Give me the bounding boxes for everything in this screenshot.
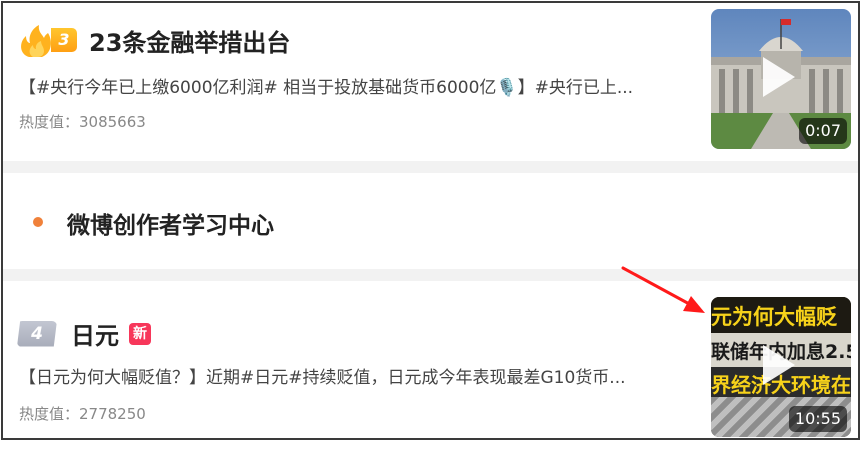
divider: [3, 269, 858, 281]
play-icon: [763, 57, 795, 97]
trend-title[interactable]: 日元: [71, 316, 119, 351]
trend-title[interactable]: 23条金融举措出台: [89, 23, 290, 58]
trending-list: 3 23条金融举措出台 【#央行今年已上缴6000亿利润# 相当于投放基础货币6…: [1, 1, 860, 440]
video-thumbnail[interactable]: 元为何大幅贬 联储年内加息2.5 界经济大环境在变 10:55: [711, 297, 851, 437]
rank-badge-hot: 3: [17, 24, 79, 58]
trend-item[interactable]: 4 日元 新 【日元为何大幅贬值？】近期#日元#持续贬值，日元成今年表现最差G1…: [3, 281, 858, 438]
divider: [3, 161, 858, 173]
section-title[interactable]: 微博创作者学习中心: [67, 206, 274, 240]
video-duration: 10:55: [788, 406, 847, 432]
play-icon: [763, 345, 795, 385]
new-badge: 新: [129, 322, 151, 345]
trend-summary[interactable]: 【#央行今年已上缴6000亿利润# 相当于投放基础货币6000亿🎙️】#央行已上…: [19, 73, 691, 98]
rank-badge: 4: [17, 320, 57, 347]
heat-value: 热度值：3085663: [19, 113, 146, 131]
trend-title-row: 4 日元 新: [17, 316, 151, 351]
trend-summary[interactable]: 【日元为何大幅贬值？】近期#日元#持续贬值，日元成今年表现最差G10货币...: [19, 363, 691, 388]
rank-number: 3: [51, 27, 77, 52]
video-duration: 0:07: [799, 118, 847, 144]
bullet-dot-icon: [33, 217, 43, 227]
thumbnail-caption: 元为何大幅贬: [711, 305, 837, 329]
section-header[interactable]: 微博创作者学习中心: [3, 173, 858, 269]
video-thumbnail[interactable]: 0:07: [711, 9, 851, 149]
heat-value: 热度值：2778250: [19, 405, 146, 423]
trend-title-row: 3 23条金融举措出台: [17, 23, 290, 58]
trend-item[interactable]: 3 23条金融举措出台 【#央行今年已上缴6000亿利润# 相当于投放基础货币6…: [3, 3, 858, 161]
